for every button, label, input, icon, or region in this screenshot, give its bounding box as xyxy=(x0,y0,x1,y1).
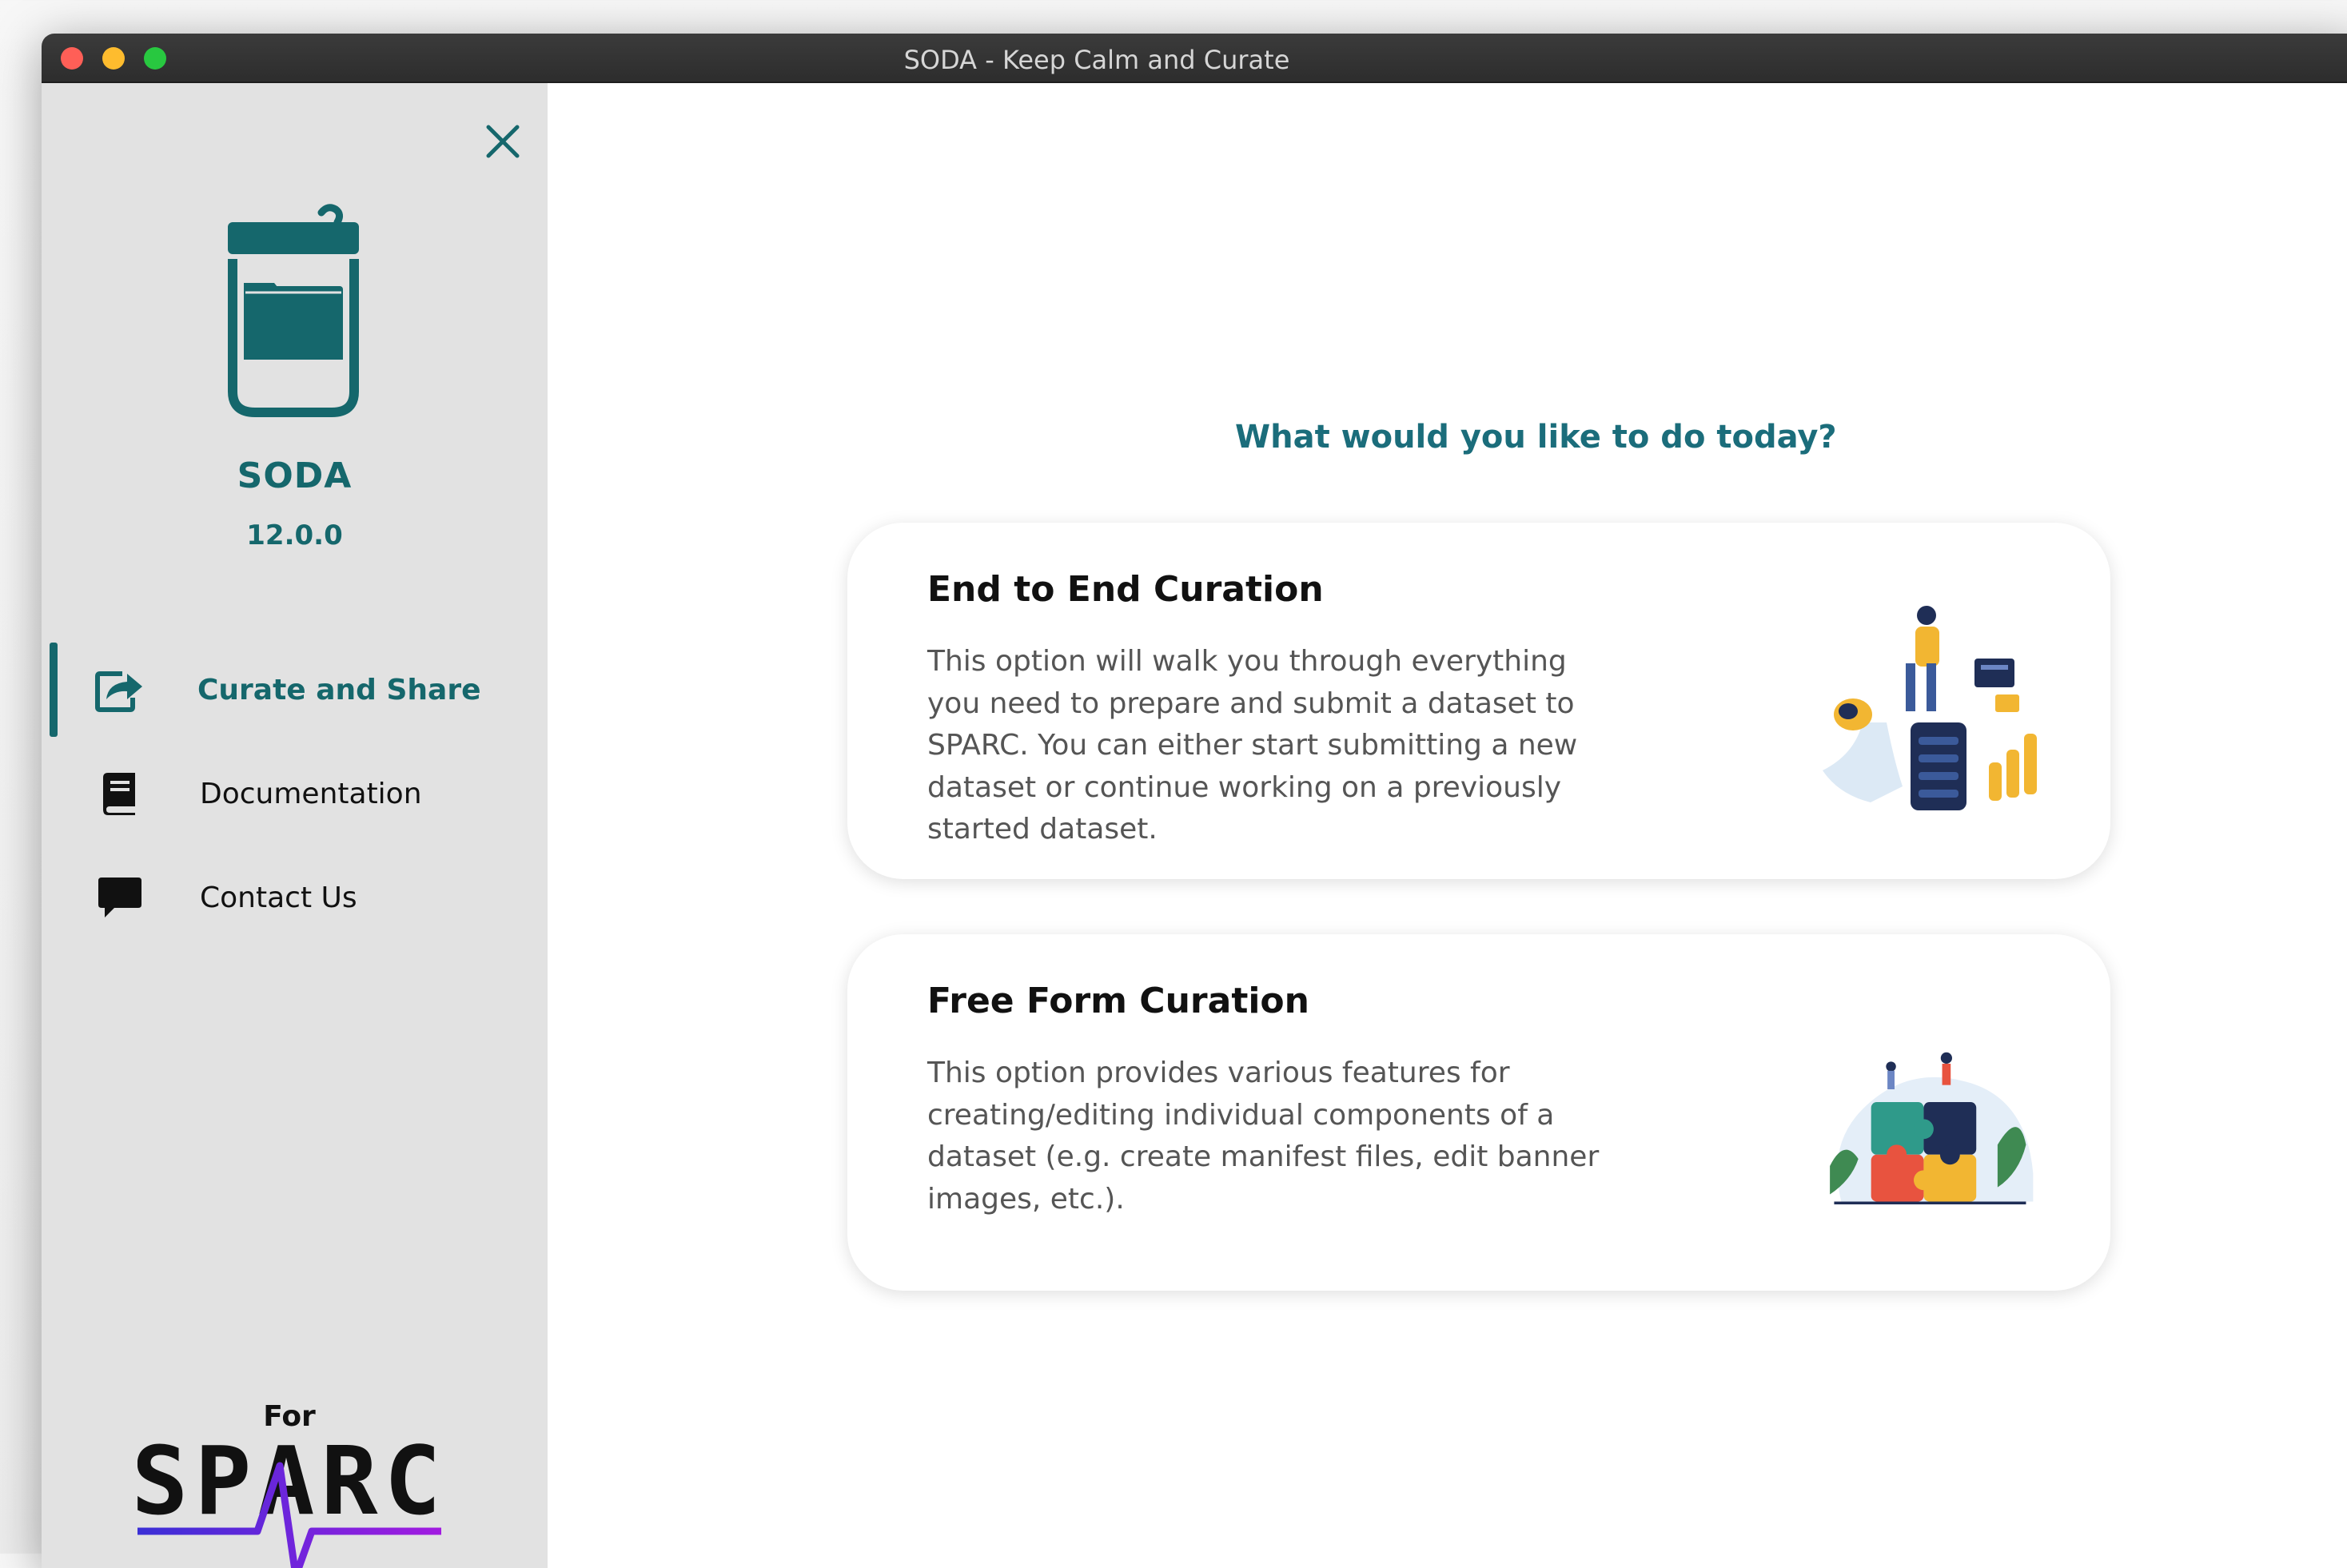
app-name: SODA xyxy=(237,456,353,496)
soda-jar-logo-icon xyxy=(228,204,359,417)
card-title: End to End Curation xyxy=(927,569,1324,610)
free-form-curation-card[interactable]: Free Form Curation This option provides … xyxy=(847,934,2110,1291)
server-people-illustration-icon xyxy=(1823,606,2037,810)
main-content: What would you like to do today? End to … xyxy=(548,83,2347,1568)
puzzle-people-illustration-icon xyxy=(1830,1052,2034,1204)
close-icon xyxy=(486,125,520,158)
sidebar-item-label: Documentation xyxy=(200,777,422,810)
chat-icon xyxy=(94,872,145,923)
sparc-logo: For SPARC xyxy=(137,1400,448,1568)
sidebar-item-contact-us[interactable]: Contact Us xyxy=(42,850,548,945)
sidebar-item-curate-and-share[interactable]: Curate and Share xyxy=(42,643,548,737)
title-bar: SODA - Keep Calm and Curate xyxy=(42,34,2347,83)
sidebar-item-label: Curate and Share xyxy=(197,673,481,706)
sidebar-item-label: Contact Us xyxy=(200,881,357,914)
window-title: SODA - Keep Calm and Curate xyxy=(903,45,1290,75)
card-title: Free Form Curation xyxy=(927,981,1309,1021)
sidebar-nav: Curate and Share Documentation Contact U… xyxy=(42,643,548,945)
app-version: 12.0.0 xyxy=(246,519,343,551)
sparc-logo-text: SPARC xyxy=(137,1426,448,1536)
app-window: SODA - Keep Calm and Curate SODA 12.0.0 xyxy=(42,34,2347,1568)
card-description: This option will walk you through everyt… xyxy=(927,645,1578,846)
book-icon xyxy=(94,768,145,819)
end-to-end-curation-card[interactable]: End to End Curation This option will wal… xyxy=(847,523,2110,879)
page-question: What would you like to do today? xyxy=(1235,419,1837,456)
share-icon xyxy=(94,664,145,715)
active-indicator xyxy=(50,643,58,737)
sidebar-item-documentation[interactable]: Documentation xyxy=(42,746,548,841)
sidebar: SODA 12.0.0 Curate and Share Documentati… xyxy=(42,83,548,1568)
close-sidebar-button[interactable] xyxy=(480,118,526,165)
card-description: This option provides various features fo… xyxy=(927,1057,1600,1216)
